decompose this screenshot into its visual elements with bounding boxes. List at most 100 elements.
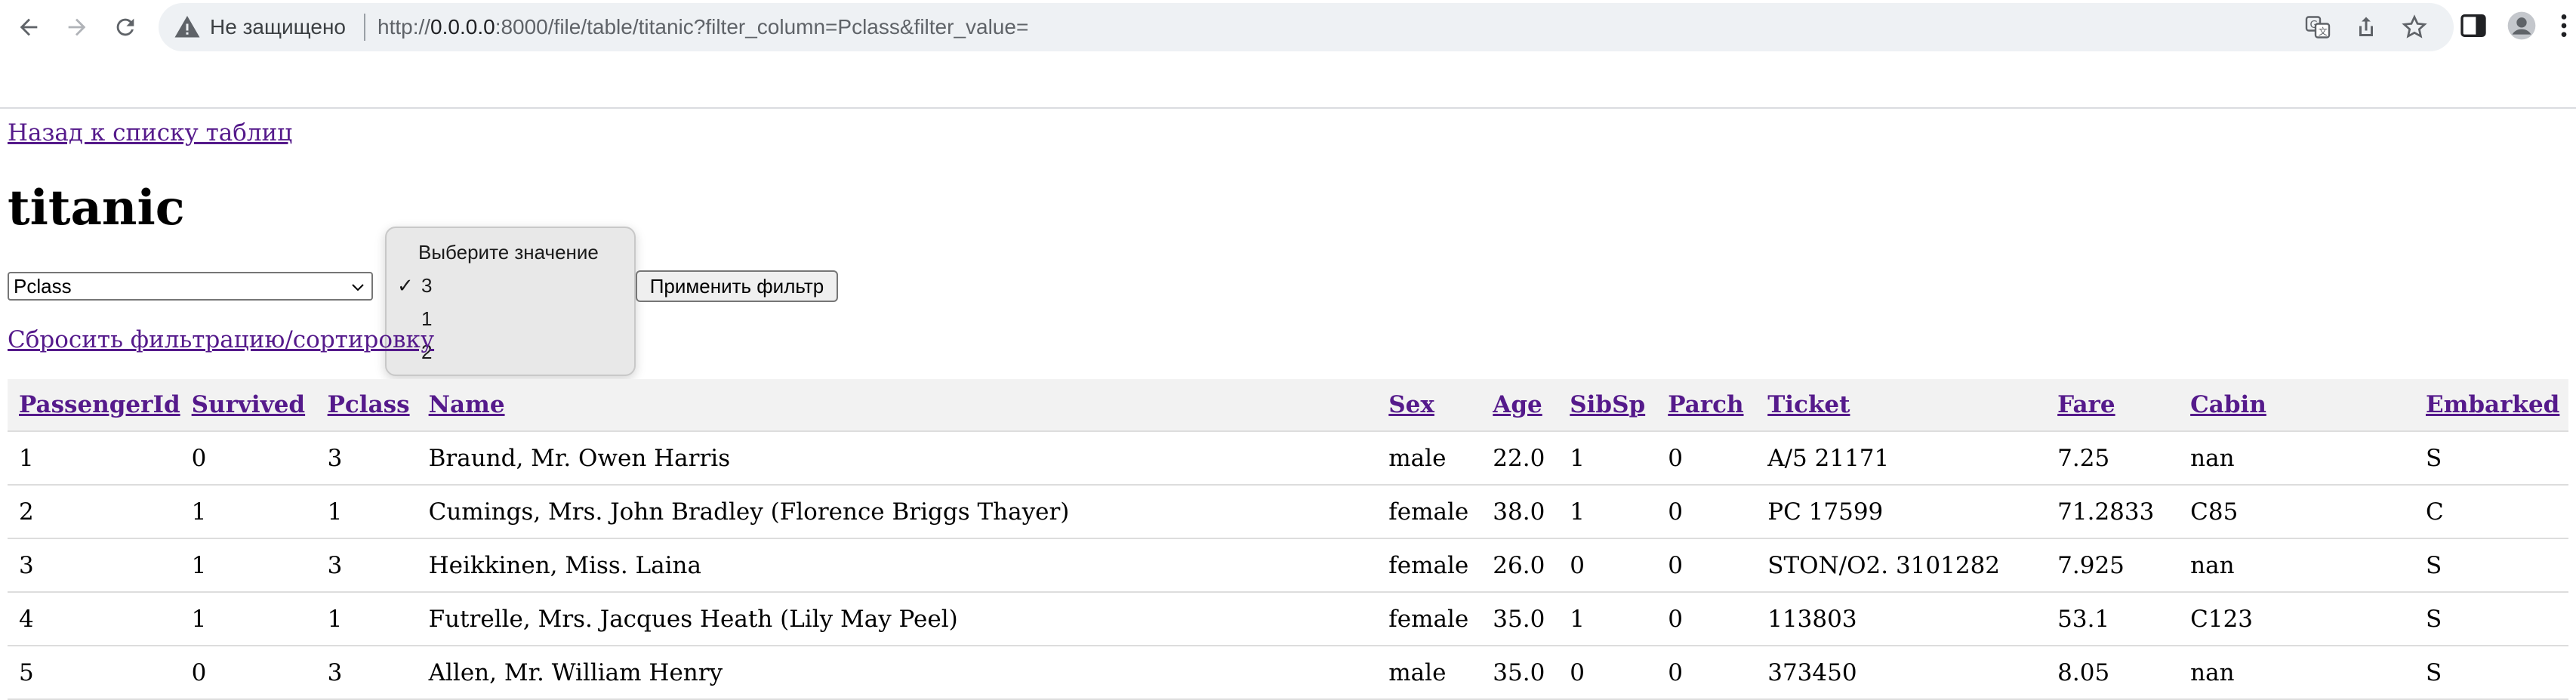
sort-link-sex[interactable]: Sex (1388, 391, 1434, 418)
dropdown-option-3[interactable]: 3 (421, 270, 432, 301)
cell: 71.2833 (2046, 485, 2180, 539)
cell: 0 (1656, 646, 1757, 700)
sort-link-passengerid[interactable]: PassengerId (19, 391, 180, 418)
cell: 0 (1558, 646, 1657, 700)
cell: 3 (8, 538, 180, 593)
cell: 7.925 (2046, 538, 2180, 593)
profile-icon[interactable] (2507, 11, 2537, 41)
star-icon[interactable] (2401, 14, 2428, 41)
selected-column: Pclass (14, 275, 72, 298)
column-header[interactable]: Embarked (2414, 379, 2568, 432)
reset-filter-link[interactable]: Сбросить фильтрацию/сортировку (8, 325, 434, 355)
column-header[interactable]: Age (1481, 379, 1559, 432)
column-header[interactable]: Ticket (1756, 379, 2047, 432)
cell: female (1377, 485, 1482, 539)
dropdown-option-placeholder[interactable]: Выберите значение (418, 237, 599, 267)
sort-link-name[interactable]: Name (429, 391, 505, 418)
cell: 0 (1656, 592, 1757, 646)
sort-link-age[interactable]: Age (1493, 391, 1542, 418)
back-icon (20, 18, 38, 36)
cell: C123 (2179, 592, 2414, 646)
cell: PC 17599 (1756, 485, 2047, 539)
sort-link-ticket[interactable]: Ticket (1767, 391, 1850, 418)
cell: 3 (316, 431, 418, 486)
back-button[interactable] (12, 11, 45, 44)
sort-link-pclass[interactable]: Pclass (328, 391, 410, 418)
share-icon[interactable] (2353, 14, 2380, 41)
column-header[interactable]: PassengerId (8, 379, 180, 432)
column-header[interactable]: Cabin (2179, 379, 2414, 432)
back-to-tables-link[interactable]: Назад к списку таблиц (8, 118, 292, 148)
cell: STON/O2. 3101282 (1756, 538, 2047, 593)
column-header[interactable]: Survived (180, 379, 316, 432)
cell: C (2414, 485, 2568, 539)
cell: 1 (1558, 431, 1657, 486)
cell: female (1377, 538, 1482, 593)
cell: 3 (316, 538, 418, 593)
sort-link-parch[interactable]: Parch (1668, 391, 1743, 418)
address-bar[interactable]: Не защищено http://0.0.0.0:8000/file/tab… (159, 3, 2454, 51)
cell: 2 (8, 485, 180, 539)
cell: 5 (8, 646, 180, 700)
sort-link-embarked[interactable]: Embarked (2426, 391, 2559, 418)
cell: 26.0 (1481, 538, 1559, 593)
column-header[interactable]: Pclass (316, 379, 418, 432)
column-header[interactable]: SibSp (1558, 379, 1657, 432)
warning-icon[interactable] (174, 14, 201, 41)
sort-link-cabin[interactable]: Cabin (2190, 391, 2266, 418)
table-row: 4 1 1 Futrelle, Mrs. Jacques Heath (Lily Ma… (8, 592, 2568, 646)
data-table: PassengerId Survived Pclass Name Sex Age… (8, 379, 2568, 700)
column-header[interactable]: Name (417, 379, 1378, 432)
apply-filter-button[interactable]: Применить фильтр (636, 270, 838, 302)
cell: Allen, Mr. William Henry (417, 646, 1378, 700)
table-row: 5 0 3 Allen, Mr. William Henry male 35.0 0 0 373… (8, 646, 2568, 700)
svg-text:文: 文 (2319, 26, 2328, 37)
cell: 1 (316, 592, 418, 646)
url-text[interactable]: http://0.0.0.0:8000/file/table/titanic?f… (377, 14, 1028, 41)
cell: S (2414, 646, 2568, 700)
cell: 4 (8, 592, 180, 646)
cell: 22.0 (1481, 431, 1559, 486)
cell: 35.0 (1481, 646, 1559, 700)
cell: 1 (180, 485, 316, 539)
browser-toolbar: Не защищено http://0.0.0.0:8000/file/tab… (0, 0, 2576, 109)
sort-link-survived[interactable]: Survived (192, 391, 305, 418)
translate-icon[interactable]: G文 (2304, 14, 2331, 41)
column-header[interactable]: Fare (2046, 379, 2180, 432)
sort-link-sibsp[interactable]: SibSp (1570, 391, 1645, 418)
cell: nan (2179, 538, 2414, 593)
column-header[interactable]: Parch (1656, 379, 1757, 432)
filter-column-select[interactable]: Pclass (8, 272, 373, 301)
cell: Heikkinen, Miss. Laina (417, 538, 1378, 593)
checkmark-icon: ✓ (397, 274, 414, 297)
cell: A/5 21171 (1756, 431, 2047, 486)
reload-button[interactable] (109, 11, 142, 44)
divider (364, 14, 365, 41)
cell: 3 (316, 646, 418, 700)
column-header[interactable]: Sex (1377, 379, 1482, 432)
table-header-row: PassengerId Survived Pclass Name Sex Age… (8, 379, 2568, 432)
menu-icon[interactable] (2549, 11, 2576, 41)
cell: Cumings, Mrs. John Bradley (Florence Bri… (417, 485, 1378, 539)
cell: 1 (180, 538, 316, 593)
cell: 0 (1656, 538, 1757, 593)
security-label[interactable]: Не защищено (210, 14, 346, 41)
cell: 53.1 (2046, 592, 2180, 646)
cell: S (2414, 538, 2568, 593)
cell: 35.0 (1481, 592, 1559, 646)
table-row: 2 1 1 Cumings, Mrs. John Bradley (Florence … (8, 485, 2568, 539)
forward-button[interactable] (60, 11, 94, 44)
cell: 113803 (1756, 592, 2047, 646)
cell: 0 (1558, 538, 1657, 593)
cell: 1 (316, 485, 418, 539)
cell: female (1377, 592, 1482, 646)
sidebar-icon[interactable] (2458, 11, 2488, 41)
page-title: titanic (8, 180, 185, 236)
cell: 7.25 (2046, 431, 2180, 486)
cell: 0 (1656, 485, 1757, 539)
cell: Braund, Mr. Owen Harris (417, 431, 1378, 486)
sort-link-fare[interactable]: Fare (2057, 391, 2115, 418)
cell: male (1377, 431, 1482, 486)
cell: 0 (180, 431, 316, 486)
cell: nan (2179, 431, 2414, 486)
